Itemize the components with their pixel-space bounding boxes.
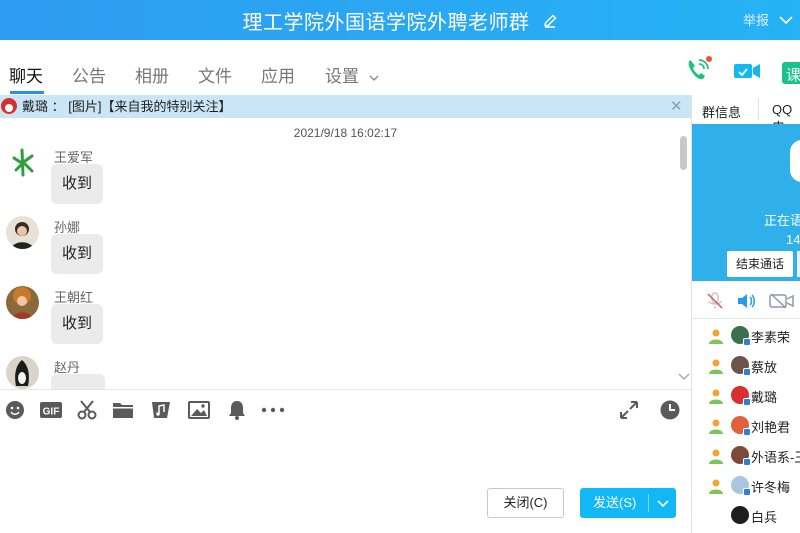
- bell-icon[interactable]: [226, 399, 248, 421]
- admin-person-icon: [708, 328, 724, 349]
- close-icon[interactable]: ✕: [670, 95, 683, 118]
- close-button[interactable]: 关闭(C): [487, 488, 564, 518]
- send-button-label: 发送(S): [593, 495, 637, 510]
- svg-text:GIF: GIF: [43, 407, 60, 418]
- send-button[interactable]: 发送(S): [580, 488, 676, 518]
- device-badge-icon: [743, 398, 751, 406]
- image-icon[interactable]: [188, 399, 210, 421]
- message-bubble[interactable]: 收到: [51, 304, 104, 344]
- device-badge-icon: [743, 458, 751, 466]
- member-list-item[interactable]: 刘艳君: [692, 411, 800, 441]
- chat-message-list[interactable]: 2021/9/18 16:02:17 王爱军 收到 孙娜 收到 王朝红 收到 赵…: [0, 118, 691, 389]
- tab-group-info[interactable]: 群信息: [702, 102, 741, 121]
- expand-icon[interactable]: [618, 399, 640, 421]
- special-attention-notice[interactable]: 戴璐 ： [图片]【来自我的特别关注】 ✕: [0, 95, 691, 118]
- message-input[interactable]: [0, 430, 691, 488]
- member-list-item[interactable]: 蔡放: [692, 351, 800, 381]
- call-status: 正在语: [764, 213, 800, 228]
- avatar[interactable]: [6, 286, 39, 319]
- camera-off-icon[interactable]: [769, 292, 795, 315]
- scrollbar-thumb[interactable]: [680, 136, 687, 170]
- device-badge-icon: [743, 488, 751, 496]
- send-options-chevron-icon[interactable]: [655, 488, 671, 529]
- active-tab-indicator: [10, 91, 44, 94]
- list-item: 王朝红 收到: [0, 286, 680, 356]
- send-button-divider: [648, 494, 649, 512]
- voice-call-panel: 正在语 14 结束通话: [692, 124, 800, 281]
- end-call-button[interactable]: 结束通话: [727, 251, 793, 277]
- more-icon[interactable]: [260, 399, 285, 421]
- avatar: [1, 98, 17, 114]
- member-list-item[interactable]: 戴璐: [692, 381, 800, 411]
- message-bubble[interactable]: 收到: [51, 164, 104, 204]
- device-badge-icon: [743, 428, 751, 436]
- member-name: 外语系-王: [751, 450, 800, 465]
- device-badge-icon: [743, 338, 751, 346]
- microphone-icon: [790, 140, 800, 182]
- lesson-label: 课: [786, 67, 800, 84]
- side-tab-divider: [758, 98, 759, 120]
- group-title-wrap: 理工学院外国语学院外聘老师群: [0, 6, 800, 35]
- avatar[interactable]: [6, 356, 39, 389]
- group-title: 理工学院外国语学院外聘老师群: [242, 12, 530, 34]
- tab-bar: 聊天 公告 相册 文件 应用 设置 课: [0, 40, 800, 95]
- member-name: 李素荣: [751, 330, 791, 345]
- list-item: 赵丹: [0, 356, 680, 389]
- list-item: 王爱军 收到: [0, 146, 680, 216]
- device-badge-icon: [743, 368, 751, 376]
- message-bubble[interactable]: 收到: [51, 234, 104, 274]
- avatar: [731, 506, 749, 524]
- admin-person-icon: [708, 418, 724, 439]
- chevron-down-icon: [369, 75, 379, 81]
- history-clock-icon[interactable]: [659, 399, 681, 421]
- message-timestamp: 2021/9/18 16:02:17: [293, 126, 398, 140]
- member-name: 白兵: [751, 510, 778, 525]
- member-list-item[interactable]: 外语系-王: [692, 441, 800, 471]
- call-duration: 14: [786, 232, 800, 247]
- scroll-down-icon[interactable]: [678, 372, 690, 385]
- member-name: 蔡放: [751, 360, 778, 375]
- member-name: 刘艳君: [751, 420, 791, 435]
- admin-person-icon: [708, 448, 724, 469]
- title-bar: 理工学院外国语学院外聘老师群 举报: [0, 0, 800, 40]
- mute-mic-icon[interactable]: [706, 292, 724, 315]
- avatar[interactable]: [6, 216, 39, 249]
- group-side-panel: 群信息 QQ电 正在语 14 结束通话 李素荣 蔡放 戴璐: [692, 95, 800, 533]
- tab-settings[interactable]: 设置: [325, 62, 380, 87]
- compose-toolbar: GIF: [0, 390, 691, 430]
- video-call-icon[interactable]: [733, 56, 761, 89]
- lesson-icon[interactable]: 课: [782, 56, 800, 89]
- tab-files[interactable]: 文件: [198, 62, 232, 87]
- report-button[interactable]: 举报: [743, 10, 769, 29]
- chevron-down-icon[interactable]: [777, 11, 795, 34]
- emoji-icon[interactable]: [4, 399, 26, 421]
- tab-announcement[interactable]: 公告: [72, 62, 106, 87]
- message-bubble[interactable]: [51, 374, 105, 389]
- admin-person-icon: [708, 478, 724, 499]
- member-list-item[interactable]: 李素荣: [692, 321, 800, 351]
- voice-call-icon[interactable]: [684, 56, 712, 89]
- notice-text: 戴璐 ： [图片]【来自我的特别关注】: [22, 99, 232, 114]
- member-list-item[interactable]: 白兵: [692, 501, 800, 531]
- tab-album[interactable]: 相册: [135, 62, 169, 87]
- member-list-divider: [692, 318, 800, 319]
- screenshot-scissors-icon[interactable]: [76, 399, 98, 421]
- member-name: 戴璐: [751, 390, 778, 405]
- avatar[interactable]: [6, 146, 39, 179]
- music-icon[interactable]: [150, 399, 172, 421]
- tab-chat[interactable]: 聊天: [9, 62, 43, 87]
- member-list-item[interactable]: 许冬梅: [692, 471, 800, 501]
- list-item: 孙娜 收到: [0, 216, 680, 286]
- admin-person-icon: [708, 388, 724, 409]
- speaker-icon[interactable]: [737, 292, 757, 315]
- tab-apps[interactable]: 应用: [261, 62, 295, 87]
- tab-settings-label: 设置: [325, 67, 359, 86]
- member-name: 许冬梅: [751, 480, 791, 495]
- folder-icon[interactable]: [112, 399, 134, 421]
- gif-icon[interactable]: GIF: [39, 399, 62, 421]
- edit-title-icon[interactable]: [542, 12, 558, 35]
- admin-person-icon: [708, 358, 724, 379]
